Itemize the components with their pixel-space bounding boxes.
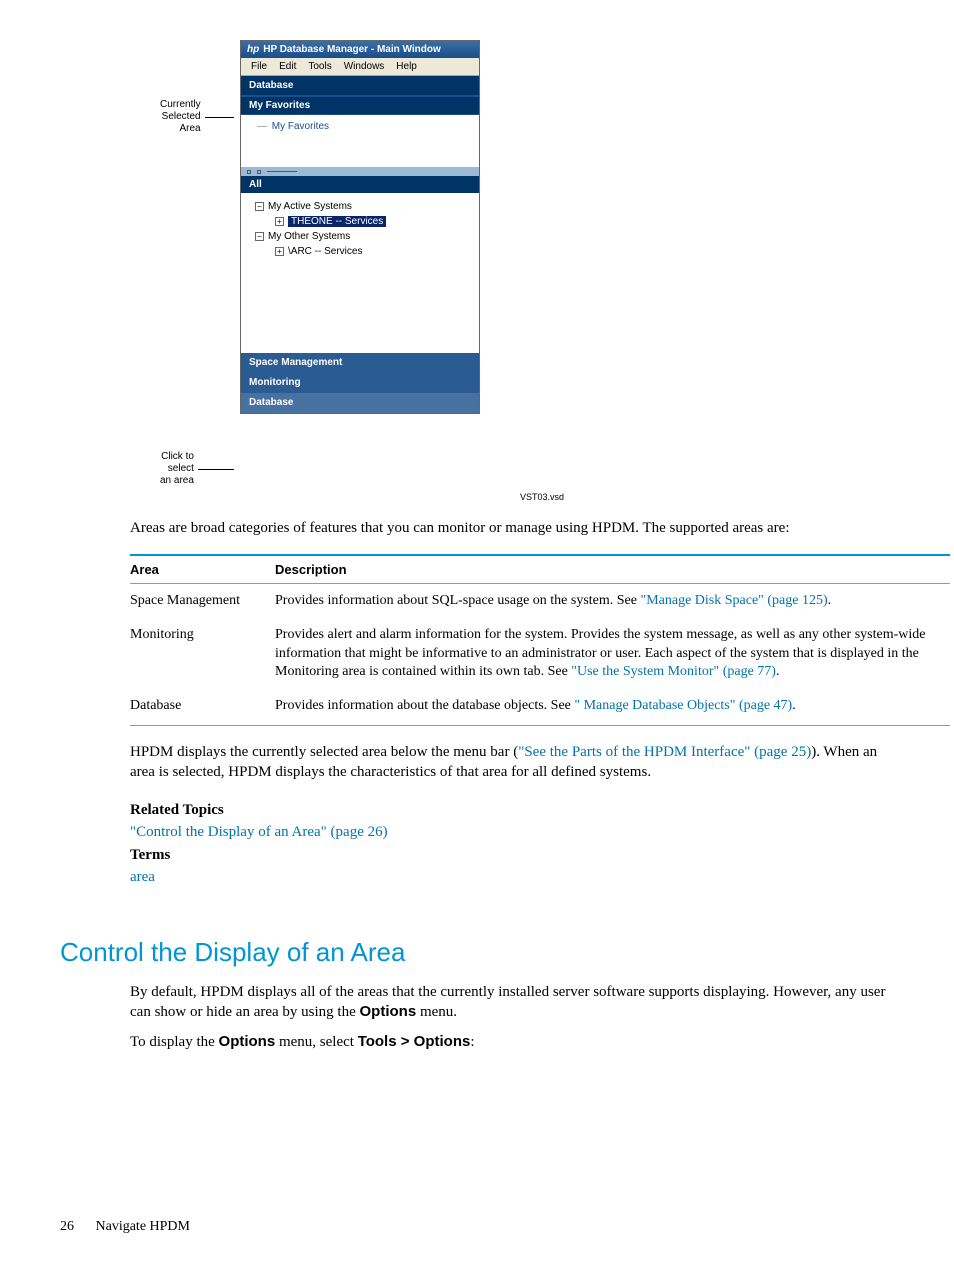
tree-collapse-icon[interactable]: −: [255, 202, 264, 211]
term-link[interactable]: area: [130, 869, 155, 885]
ui-options: Options: [219, 1033, 276, 1050]
tree-node-arc[interactable]: +\ARC -- Services: [255, 244, 471, 259]
terms-heading: Terms: [130, 844, 894, 867]
favorites-root-item[interactable]: My Favorites: [272, 121, 329, 132]
annot-currently-selected: Currently Selected Area: [160, 99, 201, 135]
window-title-bar: hp HP Database Manager - Main Window: [241, 41, 479, 58]
ui-options: Options: [360, 1003, 417, 1020]
menu-bar: File Edit Tools Windows Help: [241, 58, 479, 76]
table-row: Space Management Provides information ab…: [130, 584, 950, 619]
ui-tools-options: Tools > Options: [358, 1033, 471, 1050]
desc-cell: Provides information about SQL-space usa…: [275, 584, 950, 619]
tree-node-other-systems[interactable]: −My Other Systems: [255, 229, 471, 244]
systems-tree: −My Active Systems + THEONE -- Services −…: [241, 193, 479, 353]
panel-all[interactable]: All: [241, 176, 479, 193]
col-description: Description: [275, 555, 950, 584]
section-heading-control-display: Control the Display of an Area: [60, 937, 894, 968]
area-header-space[interactable]: Space Management: [241, 353, 479, 373]
related-topics-heading: Related Topics: [130, 799, 894, 822]
post-table-paragraph: HPDM displays the currently selected are…: [130, 742, 894, 783]
xref-link[interactable]: "Control the Display of an Area" (page 2…: [130, 824, 388, 840]
panel-my-favorites[interactable]: My Favorites: [241, 96, 479, 115]
tree-node-active-systems[interactable]: −My Active Systems: [255, 199, 471, 214]
tree-node-theone[interactable]: THEONE -- Services: [288, 216, 386, 227]
xref-link[interactable]: " Manage Database Objects" (page 47): [574, 698, 792, 713]
tree-expand-icon[interactable]: +: [275, 217, 284, 226]
area-cell: Monitoring: [130, 618, 275, 689]
intro-paragraph: Areas are broad categories of features t…: [130, 518, 894, 538]
figure-source-label: VST03.vsd: [60, 492, 894, 502]
hp-logo-icon: hp: [247, 44, 259, 55]
area-cell: Space Management: [130, 584, 275, 619]
chapter-title: Navigate HPDM: [96, 1219, 191, 1234]
related-topics-block: Related Topics "Control the Display of a…: [130, 799, 894, 889]
pane-splitter[interactable]: [241, 167, 479, 176]
menu-tools[interactable]: Tools: [308, 61, 331, 72]
desc-cell: Provides alert and alarm information for…: [275, 618, 950, 689]
favorites-tree: My Favorites: [241, 115, 479, 167]
col-area: Area: [130, 555, 275, 584]
menu-file[interactable]: File: [251, 61, 267, 72]
xref-link[interactable]: "See the Parts of the HPDM Interface" (p…: [518, 744, 811, 760]
xref-link[interactable]: "Manage Disk Space" (page 125): [640, 593, 827, 608]
figure-annotations-left: Currently Selected Area Click to select …: [160, 40, 240, 484]
window-title: HP Database Manager - Main Window: [263, 44, 441, 55]
tree-expand-icon[interactable]: +: [275, 247, 284, 256]
area-header-monitoring[interactable]: Monitoring: [241, 373, 479, 393]
hpdm-main-window: hp HP Database Manager - Main Window Fil…: [240, 40, 480, 414]
instruction-paragraph-2: To display the Options menu, select Tool…: [130, 1032, 894, 1052]
table-row: Database Provides information about the …: [130, 689, 950, 726]
xref-link[interactable]: "Use the System Monitor" (page 77): [571, 664, 776, 679]
area-header-database-bottom[interactable]: Database: [241, 393, 479, 413]
page-footer: 26 Navigate HPDM: [60, 1219, 190, 1235]
tree-collapse-icon[interactable]: −: [255, 232, 264, 241]
areas-description-table: Area Description Space Management Provid…: [130, 554, 950, 726]
desc-cell: Provides information about the database …: [275, 689, 950, 726]
page-number: 26: [60, 1219, 74, 1234]
area-cell: Database: [130, 689, 275, 726]
hpdm-screenshot-figure: Currently Selected Area Click to select …: [60, 40, 894, 484]
annot-click-select: Click to select an area: [160, 451, 194, 487]
menu-help[interactable]: Help: [396, 61, 417, 72]
table-row: Monitoring Provides alert and alarm info…: [130, 618, 950, 689]
menu-edit[interactable]: Edit: [279, 61, 296, 72]
area-header-database[interactable]: Database: [241, 76, 479, 96]
instruction-paragraph-1: By default, HPDM displays all of the are…: [130, 982, 894, 1023]
menu-windows[interactable]: Windows: [344, 61, 385, 72]
